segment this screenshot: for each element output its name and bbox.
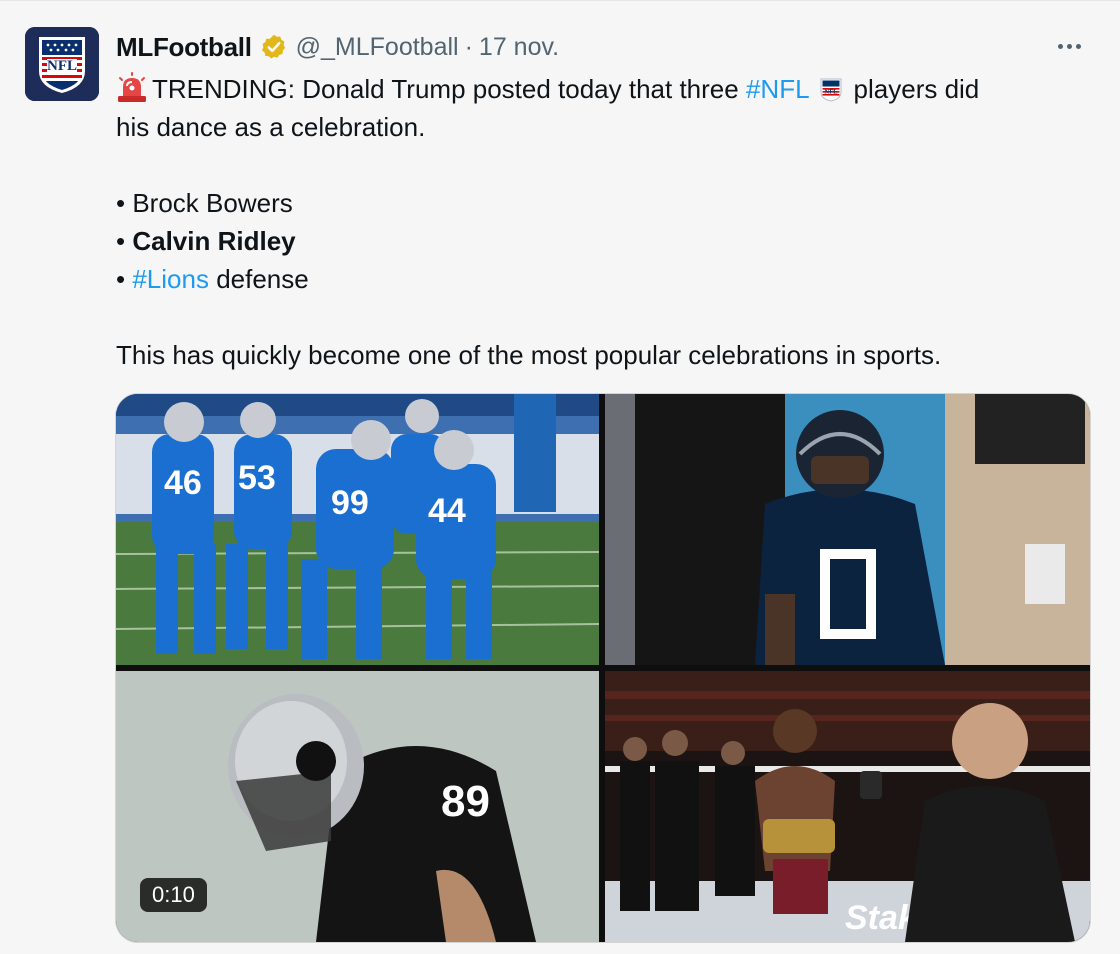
top-divider: [0, 0, 1120, 1]
svg-text:53: 53: [238, 459, 276, 497]
more-dot: [1076, 43, 1081, 49]
text-line-2: his dance as a celebration.: [116, 112, 426, 142]
text-gap: [116, 298, 1096, 336]
svg-text:99: 99: [331, 484, 369, 522]
author-handle[interactable]: @_MLFootball: [296, 33, 459, 62]
text-line-1: TRENDING: Donald Trump posted today that…: [116, 70, 1096, 108]
nfl-shield-icon: NFL: [820, 78, 842, 102]
image-raiders-player[interactable]: 89 0:10: [116, 671, 599, 942]
rotating-light-icon: [118, 72, 146, 102]
bullet-item: • Brock Bowers: [116, 184, 1096, 222]
bullet-mark: •: [116, 188, 126, 218]
tweet-text: TRENDING: Donald Trump posted today that…: [116, 70, 1096, 374]
bullet-item: • #Lions defense: [116, 260, 1096, 298]
photo-lions-icon: 46 53 99 44: [116, 394, 599, 665]
more-dot: [1067, 43, 1072, 49]
svg-text:46: 46: [164, 464, 202, 502]
text-line-1-prefix: TRENDING: Donald Trump posted today that…: [152, 74, 739, 104]
bullet-mark: •: [116, 226, 126, 256]
bullet-mark: •: [116, 264, 126, 294]
image-ufc-champion[interactable]: Stak: [605, 671, 1090, 942]
avatar[interactable]: NFL: [25, 27, 99, 101]
hashtag-lions[interactable]: #Lions: [132, 264, 209, 294]
avatar-text: NFL: [47, 58, 77, 74]
verified-badge-icon[interactable]: [260, 33, 288, 61]
bullet-text: Calvin Ridley: [132, 226, 296, 256]
bullet-text: Brock Bowers: [132, 188, 293, 218]
bullet-item: • Calvin Ridley: [116, 222, 1096, 260]
hashtag-nfl[interactable]: #NFL: [746, 74, 810, 104]
text-closing: This has quickly become one of the most …: [116, 340, 942, 370]
image-lions-players[interactable]: 46 53 99 44: [116, 394, 599, 665]
photo-ufc-icon: Stak: [605, 671, 1090, 942]
image-titans-player[interactable]: [605, 394, 1090, 665]
tweet-header: MLFootball @_MLFootball · 17 nov.: [116, 30, 559, 64]
video-duration: 0:10: [140, 878, 207, 912]
more-horizontal-icon: [1058, 43, 1063, 49]
bullet-text: defense: [216, 264, 309, 294]
svg-text:NFL: NFL: [824, 89, 838, 96]
photo-titans-icon: [605, 394, 1090, 665]
text-gap: [116, 146, 1096, 184]
text-line-1-suffix: players did: [853, 74, 980, 104]
header-separator: ·: [464, 32, 473, 61]
svg-text:44: 44: [428, 492, 466, 530]
svg-text:89: 89: [441, 777, 490, 826]
author-name[interactable]: MLFootball: [116, 32, 252, 63]
media-grid[interactable]: 46 53 99 44 89 0:10 Stak: [116, 394, 1090, 942]
tweet-date[interactable]: 17 nov.: [479, 33, 559, 62]
more-options-button[interactable]: [1058, 32, 1081, 60]
